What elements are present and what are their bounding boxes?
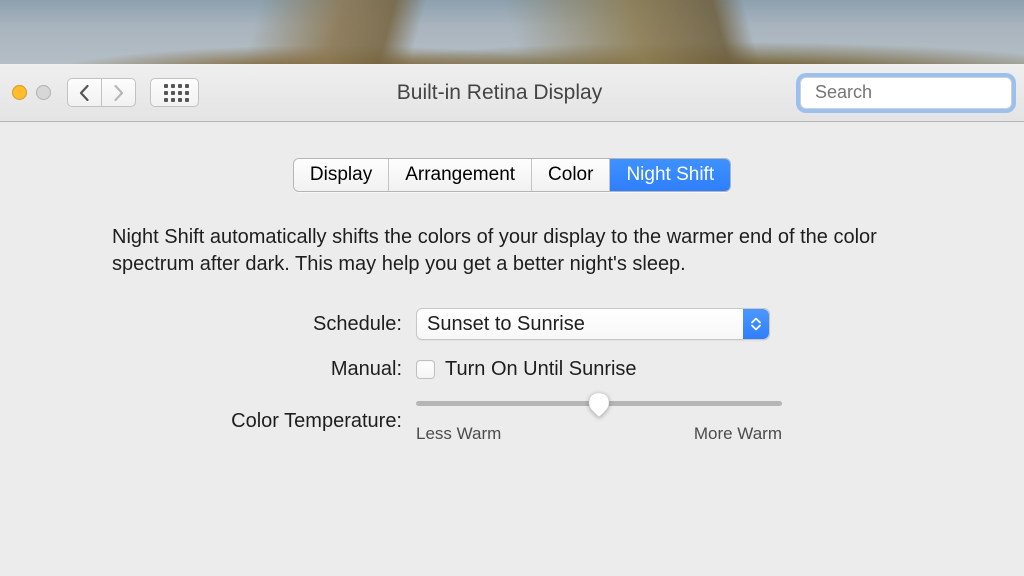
manual-row: Turn On Until Sunrise [416,358,882,381]
chevron-left-icon [79,85,90,101]
manual-checkbox-label: Turn On Until Sunrise [445,358,637,381]
color-temperature-label: Color Temperature: [142,410,402,433]
slider-max-label: More Warm [694,424,782,444]
forward-button[interactable] [101,78,136,107]
pane-content: Display Arrangement Color Night Shift Ni… [0,122,1024,576]
minimize-button[interactable] [12,85,27,100]
slider-thumb[interactable] [587,392,611,416]
chevron-down-icon [751,324,761,331]
show-all-button[interactable] [150,78,199,107]
disabled-traffic-light [36,85,51,100]
tab-arrangement[interactable]: Arrangement [389,159,532,191]
color-temperature-slider[interactable] [416,401,782,406]
tab-night-shift[interactable]: Night Shift [610,159,730,191]
chevron-right-icon [113,85,124,101]
tab-bar: Display Arrangement Color Night Shift [293,158,731,192]
search-field-wrap[interactable] [800,77,1012,109]
slider-labels: Less Warm More Warm [416,424,782,444]
manual-label: Manual: [142,358,402,381]
select-stepper[interactable] [743,309,769,339]
schedule-label: Schedule: [142,313,402,336]
nav-button-group [67,78,136,107]
schedule-select[interactable]: Sunset to Sunrise [416,308,770,340]
chevron-up-icon [751,317,761,324]
window-toolbar: Built-in Retina Display [0,64,1024,122]
tab-color[interactable]: Color [532,159,610,191]
night-shift-description: Night Shift automatically shifts the col… [112,224,912,278]
desktop-wallpaper [0,0,1024,64]
color-temperature-control: Less Warm More Warm [416,399,782,444]
slider-min-label: Less Warm [416,424,501,444]
night-shift-form: Schedule: Sunset to Sunrise Manual: Turn… [142,308,882,444]
manual-checkbox[interactable] [416,360,435,379]
tab-display[interactable]: Display [294,159,389,191]
window-traffic-lights [12,85,51,100]
grid-icon [164,84,186,102]
schedule-value: Sunset to Sunrise [427,313,585,336]
search-input[interactable] [815,82,1024,103]
back-button[interactable] [67,78,102,107]
window-title: Built-in Retina Display [209,81,790,105]
